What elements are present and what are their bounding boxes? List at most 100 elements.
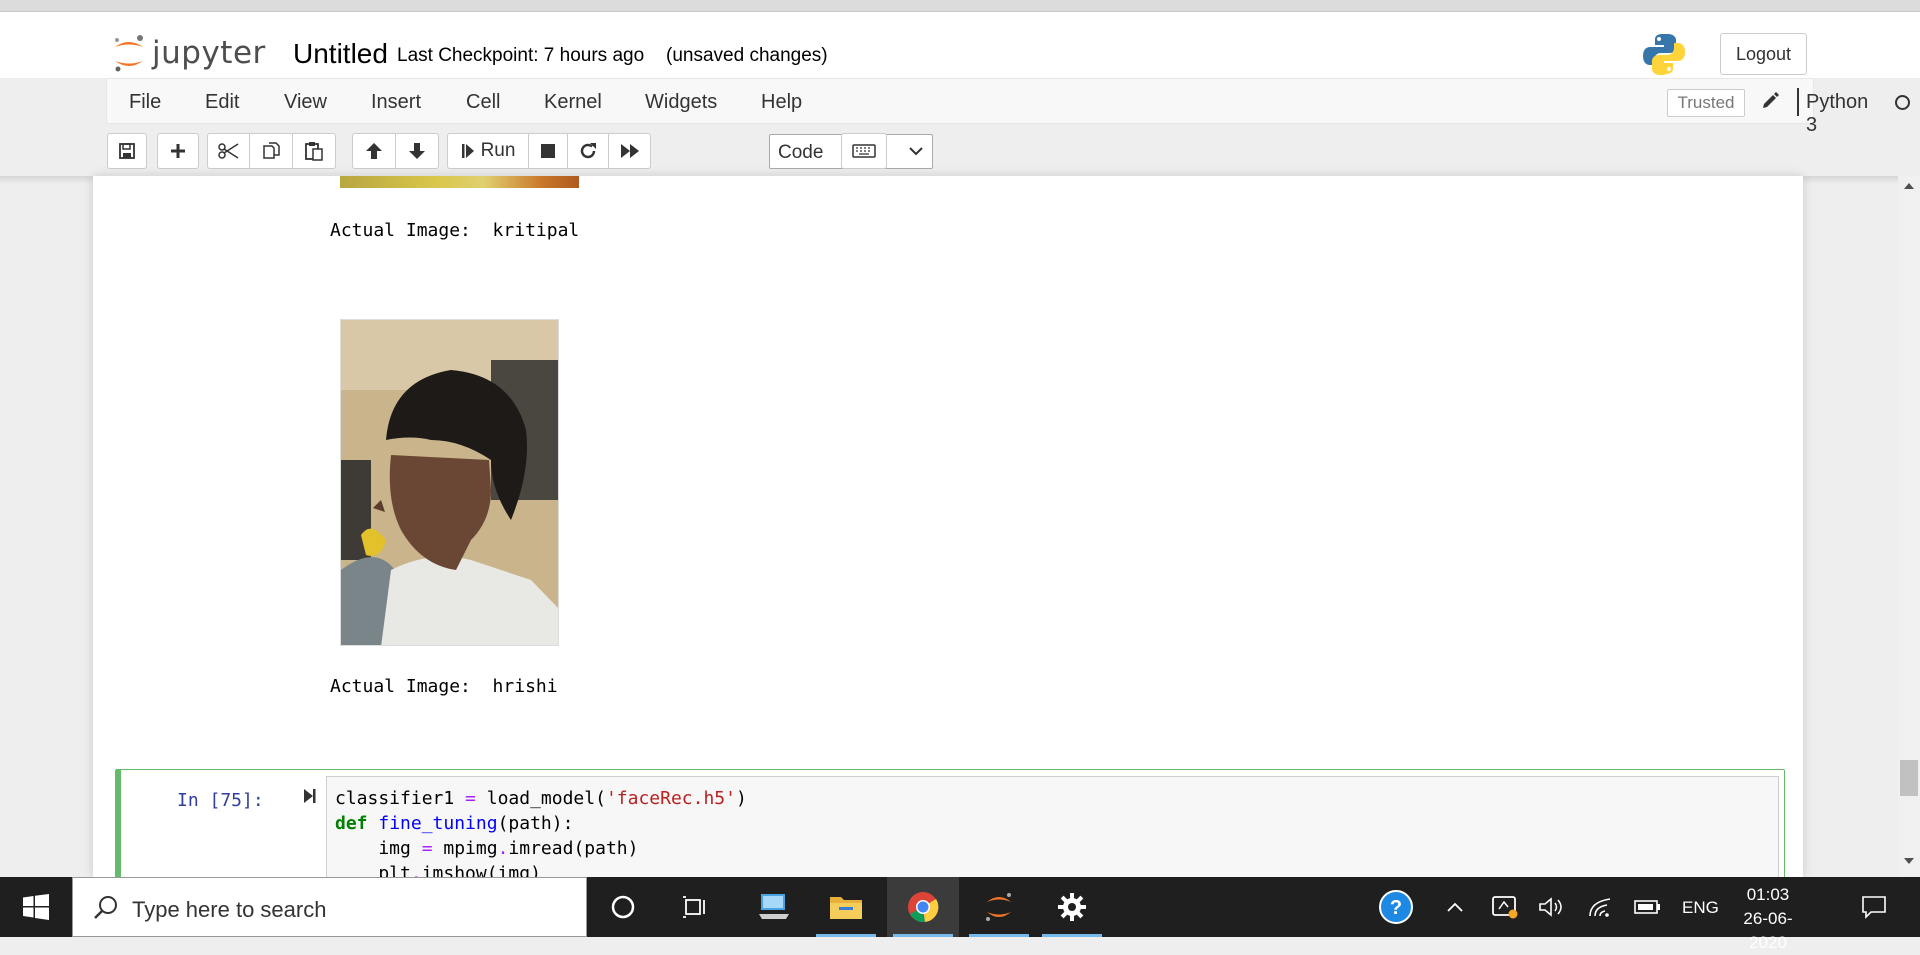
output-image-cropped [340,176,579,188]
taskbar-app-settings[interactable] [1036,877,1108,937]
output-text-1: Actual Image: kritipal [330,220,580,241]
battery-icon [1634,900,1660,914]
restart-icon [580,143,596,159]
windows-taskbar: Type here to search ? ENG 01:03 26-06-20… [0,877,1920,952]
help-icon: ? [1379,890,1413,924]
move-up-button[interactable] [352,133,396,169]
menu-bar: File Edit View Insert Cell Kernel Widget… [106,78,1910,136]
menu-view[interactable]: View [284,91,327,114]
logout-button[interactable]: Logout [1720,33,1807,75]
clock-date: 26-06-2020 [1743,909,1793,952]
cut-button[interactable] [207,133,250,169]
run-label: Run [480,140,516,161]
windows-logo-icon [23,894,49,920]
run-button[interactable]: Run [447,133,529,169]
jupyter-logo[interactable]: jupyter [112,32,266,74]
kernel-name[interactable]: Python 3 [1806,91,1868,137]
paste-icon [305,142,323,161]
move-down-button[interactable] [395,133,439,169]
tray-device-icon [1492,896,1518,919]
kernel-idle-icon [1895,95,1910,110]
search-placeholder: Type here to search [132,897,327,922]
menu-file[interactable]: File [129,91,161,114]
taskbar-app-file-explorer[interactable] [810,877,882,937]
network-button[interactable] [1575,877,1625,937]
notification-icon [1862,896,1886,919]
clock-time: 01:03 [1746,885,1790,904]
taskbar-search-box[interactable]: Type here to search [72,877,587,937]
battery-button[interactable] [1623,877,1673,937]
output-face-image [340,319,559,646]
scissors-icon [217,143,238,159]
output-text-2: Actual Image: hrishi [330,676,558,697]
help-tray-button[interactable]: ? [1368,877,1424,937]
action-center-button[interactable] [1846,877,1902,937]
jupyter-logo-icon [115,35,143,72]
run-cell-icon[interactable] [303,788,317,809]
python-logo-icon [1642,32,1686,81]
language-indicator[interactable]: ENG [1682,898,1719,918]
code-line-1: classifier1 = load_model('faceRec.h5') [335,788,747,809]
scroll-down-arrow-icon[interactable] [1904,857,1914,865]
copy-button[interactable] [249,133,293,169]
taskbar-app-jupyter[interactable] [963,877,1035,937]
clock[interactable]: 01:03 26-06-2020 [1728,883,1808,955]
fast-forward-icon [620,144,639,158]
menu-edit[interactable]: Edit [205,91,239,114]
code-cell-selected[interactable]: In [75]: classifier1 = load_model('faceR… [115,769,1785,877]
chevron-down-icon [909,147,923,156]
search-icon [94,896,117,919]
save-icon [119,143,135,159]
start-button[interactable] [0,877,72,937]
cell-type-value: Code [778,142,824,163]
code-line-2: def fine_tuning(path): [335,813,574,834]
taskbar-app-chrome[interactable] [887,877,959,937]
computer-icon [759,894,789,919]
page-scrollbar[interactable] [1898,176,1920,877]
task-view-button[interactable] [659,877,731,937]
cortana-circle-icon [611,895,635,919]
menu-widgets[interactable]: Widgets [645,91,717,114]
jupyter-icon [986,893,1011,921]
folder-icon [830,897,862,919]
menu-cell[interactable]: Cell [466,91,500,114]
taskbar-app-computer[interactable] [738,877,810,937]
step-forward-icon [461,144,474,158]
pencil-icon[interactable] [1760,91,1780,116]
code-input-area[interactable]: classifier1 = load_model('faceRec.h5')de… [326,776,1779,877]
menu-kernel[interactable]: Kernel [544,91,602,114]
tray-app-icon[interactable] [1480,877,1530,937]
speaker-icon [1539,897,1562,917]
menu-insert[interactable]: Insert [371,91,421,114]
volume-button[interactable] [1526,877,1576,937]
interrupt-button[interactable] [528,133,568,169]
svg-text:?: ? [1390,897,1402,919]
code-line-4: plt.imshow(img) [335,863,541,877]
cortana-button[interactable] [587,877,659,937]
menu-help[interactable]: Help [761,91,802,114]
copy-icon [263,142,280,159]
keyboard-icon [852,144,876,158]
browser-top-strip [0,0,1920,12]
show-hidden-icons-button[interactable] [1430,877,1480,937]
insert-cell-button[interactable] [157,133,199,169]
save-button[interactable] [107,133,147,169]
restart-run-all-button[interactable] [608,133,651,169]
wifi-icon [1589,898,1611,917]
checkpoint-status: Last Checkpoint: 7 hours ago [397,45,645,66]
command-palette-button[interactable] [841,133,887,169]
notebook-header: jupyter Untitled Last Checkpoint: 7 hour… [0,12,1920,78]
scrollbar-thumb[interactable] [1900,760,1918,796]
arrow-down-icon [409,143,425,159]
plus-icon [171,144,185,158]
notebook-toolbar: Run Code [106,124,1814,176]
restart-button[interactable] [567,133,609,169]
cell-prompt: In [75]: [177,790,264,811]
paste-button[interactable] [292,133,336,169]
stop-icon [541,144,555,158]
scroll-up-arrow-icon[interactable] [1904,182,1914,190]
notebook-title[interactable]: Untitled [293,38,388,70]
jupyter-logo-text: jupyter [152,35,266,71]
trusted-indicator[interactable]: Trusted [1667,89,1745,117]
task-view-icon [683,896,705,918]
